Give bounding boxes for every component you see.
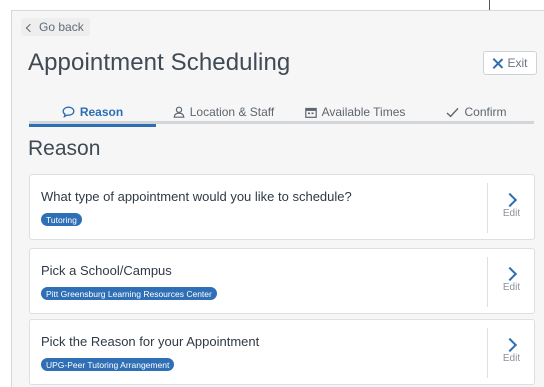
- go-back-link[interactable]: Go back: [21, 18, 90, 36]
- chevron-right-icon: [502, 266, 517, 282]
- card-question: Pick the Reason for your Appointment: [41, 334, 260, 349]
- tab-available-times[interactable]: Available Times: [291, 100, 419, 124]
- card-question: What type of appointment would you like …: [41, 189, 352, 204]
- appointment-type-card: What type of appointment would you like …: [29, 174, 535, 240]
- go-back-label: Go back: [39, 20, 84, 34]
- edit-label: Edit: [502, 208, 521, 219]
- chevron-right-icon: [502, 192, 517, 208]
- tab-reason[interactable]: Reason: [29, 100, 156, 127]
- page-title: Appointment Scheduling: [28, 49, 291, 76]
- edit-button[interactable]: Edit: [488, 326, 535, 378]
- chat-bubble-icon: [62, 106, 75, 118]
- school-campus-card: Pick a School/Campus Pitt Greensburg Lea…: [29, 248, 535, 314]
- edit-button[interactable]: Edit: [488, 181, 535, 233]
- tab-label: Confirm: [464, 105, 507, 119]
- tab-label: Location & Staff: [189, 105, 275, 119]
- edit-label: Edit: [502, 282, 521, 293]
- step-tabs: Reason Location & Staff Available Times …: [29, 100, 534, 127]
- selected-value-badge: Pitt Greensburg Learning Resources Cente…: [41, 287, 217, 300]
- tab-location-staff[interactable]: Location & Staff: [156, 100, 291, 124]
- chevron-right-icon: [502, 337, 517, 353]
- exit-label: Exit: [507, 56, 528, 70]
- appointment-reason-card: Pick the Reason for your Appointment UPG…: [29, 319, 535, 385]
- tab-confirm[interactable]: Confirm: [419, 100, 534, 124]
- person-icon: [173, 106, 185, 118]
- exit-button[interactable]: Exit: [483, 51, 537, 75]
- edit-label: Edit: [502, 353, 521, 364]
- tab-label: Available Times: [321, 105, 406, 119]
- scheduling-panel: Go back Appointment Scheduling Exit Reas…: [11, 10, 544, 387]
- section-title: Reason: [28, 137, 101, 160]
- chevron-left-icon: [25, 23, 35, 32]
- calendar-icon: [304, 107, 317, 118]
- edit-button[interactable]: Edit: [488, 255, 535, 307]
- checkmark-icon: [447, 107, 459, 117]
- close-icon: [492, 58, 503, 69]
- tab-label: Reason: [79, 105, 124, 119]
- card-question: Pick a School/Campus: [41, 263, 172, 278]
- selected-value-badge: Tutoring: [41, 213, 82, 226]
- selected-value-badge: UPG-Peer Tutoring Arrangement: [41, 358, 175, 371]
